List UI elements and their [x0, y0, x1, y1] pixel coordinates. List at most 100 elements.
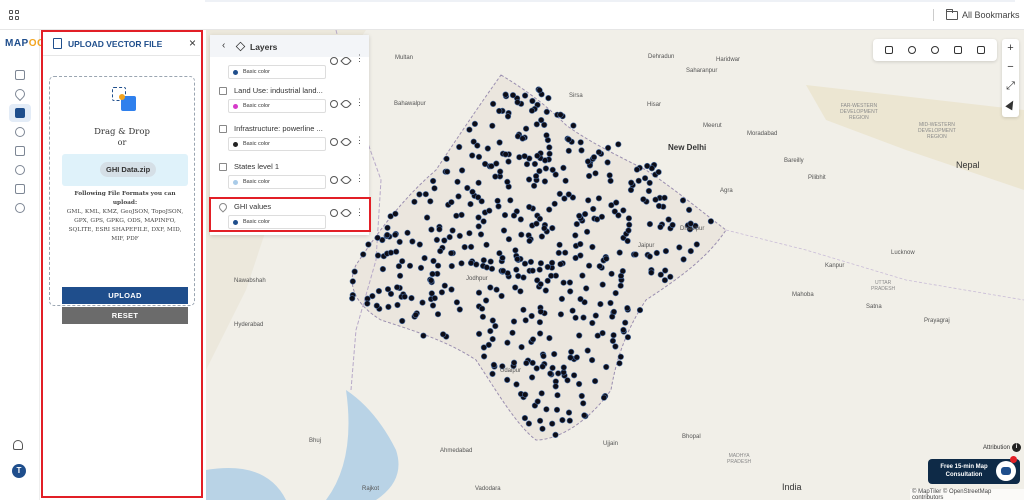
- ghi-point[interactable]: [397, 272, 404, 279]
- ghi-point[interactable]: [625, 215, 633, 222]
- user-avatar[interactable]: T: [12, 464, 26, 478]
- ghi-point[interactable]: [605, 144, 612, 151]
- ghi-point[interactable]: [640, 196, 647, 203]
- ghi-point[interactable]: [528, 107, 536, 114]
- ghi-point[interactable]: [477, 231, 485, 238]
- notification-bell-icon[interactable]: [13, 440, 23, 450]
- ghi-point[interactable]: [648, 269, 655, 276]
- visibility-eye-icon[interactable]: [340, 98, 352, 110]
- ghi-point[interactable]: [564, 377, 571, 384]
- ghi-point[interactable]: [552, 431, 559, 439]
- ghi-point[interactable]: [686, 206, 693, 213]
- ghi-point[interactable]: [514, 256, 521, 263]
- ghi-point[interactable]: [571, 372, 578, 379]
- ghi-point[interactable]: [517, 288, 524, 295]
- ghi-point[interactable]: [531, 182, 538, 189]
- ghi-point[interactable]: [467, 259, 475, 267]
- zoom-out-button[interactable]: −: [1002, 58, 1019, 77]
- ghi-point[interactable]: [513, 381, 520, 388]
- ghi-point[interactable]: [469, 152, 476, 159]
- ghi-point[interactable]: [523, 125, 530, 132]
- rail-map-button[interactable]: [9, 66, 31, 84]
- ghi-point[interactable]: [504, 113, 512, 120]
- layer-row[interactable]: Land Use: industrial land... Basic color…: [210, 83, 369, 119]
- ghi-point[interactable]: [427, 198, 434, 205]
- ghi-point[interactable]: [488, 163, 495, 170]
- ghi-point[interactable]: [537, 281, 544, 288]
- ghi-point[interactable]: [603, 363, 610, 371]
- ghi-point[interactable]: [458, 260, 465, 267]
- ghi-point[interactable]: [546, 335, 553, 342]
- ghi-point[interactable]: [557, 311, 565, 318]
- layer-color-picker[interactable]: Basic color: [228, 175, 326, 189]
- ghi-point[interactable]: [608, 270, 615, 277]
- ghi-point[interactable]: [580, 400, 587, 407]
- more-options-icon[interactable]: ⋮: [355, 97, 364, 108]
- ghi-point[interactable]: [584, 228, 591, 235]
- file-dropzone[interactable]: Drag & Drop or GHI Data.zip Following Fi…: [49, 76, 195, 324]
- ghi-point[interactable]: [577, 241, 584, 248]
- ghi-point[interactable]: [489, 122, 496, 129]
- ghi-point[interactable]: [538, 390, 545, 397]
- ghi-point[interactable]: [412, 311, 419, 319]
- ghi-point[interactable]: [551, 200, 558, 207]
- ghi-point[interactable]: [543, 406, 550, 413]
- ghi-point[interactable]: [606, 172, 613, 179]
- ghi-point[interactable]: [642, 175, 649, 182]
- ghi-point[interactable]: [582, 211, 589, 218]
- ghi-point[interactable]: [514, 99, 521, 106]
- ghi-point[interactable]: [560, 279, 567, 286]
- ghi-point[interactable]: [502, 151, 509, 158]
- ghi-point[interactable]: [438, 289, 445, 296]
- ghi-point[interactable]: [458, 211, 465, 218]
- ghi-point[interactable]: [662, 248, 670, 255]
- ghi-point[interactable]: [429, 302, 437, 309]
- ghi-point[interactable]: [589, 243, 596, 251]
- ghi-point[interactable]: [466, 230, 473, 237]
- ghi-point[interactable]: [580, 314, 587, 321]
- ghi-point[interactable]: [475, 194, 482, 201]
- ghi-point[interactable]: [622, 319, 629, 326]
- ghi-point[interactable]: [349, 278, 356, 285]
- ghi-point[interactable]: [396, 238, 403, 245]
- ghi-point[interactable]: [551, 351, 558, 358]
- selected-file-chip[interactable]: GHI Data.zip: [100, 162, 157, 177]
- ghi-point[interactable]: [584, 347, 591, 354]
- ghi-point[interactable]: [549, 364, 556, 372]
- ghi-point[interactable]: [487, 258, 494, 265]
- ghi-point[interactable]: [537, 260, 545, 267]
- rail-location-button[interactable]: [9, 85, 31, 103]
- all-bookmarks-button[interactable]: All Bookmarks: [946, 8, 1020, 22]
- ghi-point[interactable]: [529, 267, 536, 274]
- ghi-point[interactable]: [620, 326, 627, 334]
- ghi-point[interactable]: [454, 178, 461, 185]
- ghi-point[interactable]: [572, 232, 579, 239]
- ghi-point[interactable]: [437, 248, 444, 255]
- ghi-point[interactable]: [522, 92, 529, 99]
- ghi-point[interactable]: [676, 244, 683, 251]
- ghi-point[interactable]: [541, 178, 549, 185]
- ghi-point[interactable]: [543, 132, 550, 139]
- ghi-point[interactable]: [624, 305, 631, 312]
- ghi-point[interactable]: [568, 348, 575, 356]
- ghi-point[interactable]: [534, 152, 541, 159]
- ghi-point[interactable]: [496, 250, 503, 257]
- ghi-point[interactable]: [420, 332, 427, 339]
- ghi-point[interactable]: [667, 273, 674, 280]
- ghi-point[interactable]: [537, 308, 544, 315]
- ghi-point[interactable]: [521, 415, 529, 422]
- ghi-point[interactable]: [625, 227, 632, 234]
- ghi-point[interactable]: [501, 212, 509, 219]
- ghi-point[interactable]: [417, 264, 425, 271]
- ghi-point[interactable]: [616, 249, 623, 256]
- ghi-point[interactable]: [693, 241, 700, 248]
- ghi-point[interactable]: [436, 226, 443, 233]
- ghi-point[interactable]: [520, 274, 527, 281]
- ghi-point[interactable]: [547, 370, 554, 377]
- ghi-point[interactable]: [610, 332, 617, 339]
- zoom-in-button[interactable]: +: [1002, 39, 1019, 58]
- ghi-point[interactable]: [615, 212, 622, 219]
- ghi-point[interactable]: [392, 231, 399, 238]
- ghi-point[interactable]: [545, 94, 552, 102]
- ghi-point[interactable]: [498, 292, 505, 300]
